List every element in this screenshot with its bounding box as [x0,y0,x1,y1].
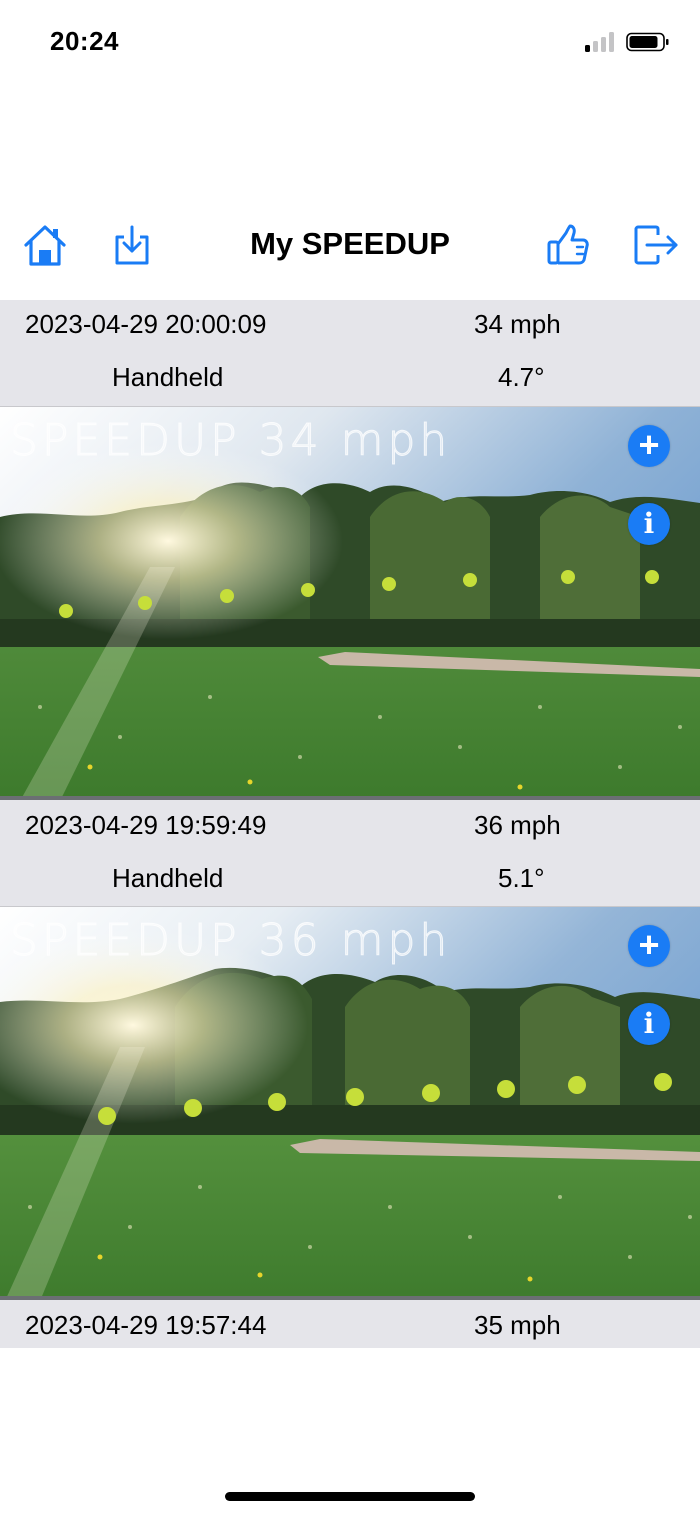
entry-header-row: 2023-04-29 20:00:09 34 mph [0,300,700,353]
entry-photo[interactable]: SPEEDUP 36 mph + i [0,906,700,1300]
recording-entry: 2023-04-29 20:00:09 34 mph Handheld 4.7° [0,300,700,800]
entry-datetime: 2023-04-29 19:59:49 [25,810,267,840]
status-bar: 20:24 [0,0,700,90]
entry-detail-row: Handheld 4.7° [0,353,700,406]
home-indicator[interactable] [225,1492,475,1501]
recording-entry: 2023-04-29 19:59:49 36 mph Handheld 5.1° [0,800,700,1300]
info-button[interactable]: i [628,1003,670,1045]
entry-mode: Handheld [112,362,224,392]
logout-icon [634,225,678,265]
add-button[interactable]: + [628,923,670,967]
status-time: 20:24 [50,26,119,56]
entry-header-row: 2023-04-29 19:59:49 36 mph [0,800,700,853]
entry-angle: 5.1° [498,863,545,893]
home-icon [24,225,66,266]
home-button[interactable] [20,220,70,270]
entry-speed: 34 mph [474,309,561,339]
entry-datetime: 2023-04-29 20:00:09 [25,309,267,339]
info-icon: i [643,1007,655,1040]
photo-speed-overlay: SPEEDUP 34 mph [9,415,452,467]
entry-speed: 36 mph [474,810,561,840]
info-button[interactable]: i [628,503,670,545]
thumbs-up-icon [547,224,589,265]
logout-button[interactable] [631,220,681,270]
plus-icon: + [638,423,660,465]
recording-entry: 2023-04-29 19:57:44 35 mph [0,1300,700,1348]
navigation-bar: My SPEEDUP [0,200,700,290]
entry-photo[interactable]: SPEEDUP 34 mph + i [0,406,700,800]
plus-icon: + [638,923,660,965]
like-button[interactable] [543,220,593,270]
recordings-list[interactable]: 2023-04-29 20:00:09 34 mph Handheld 4.7° [0,300,700,1348]
entry-detail-row: Handheld 5.1° [0,853,700,906]
photo-speed-overlay: SPEEDUP 36 mph [9,915,452,967]
entry-angle: 4.7° [498,362,545,392]
entry-speed: 35 mph [474,1310,561,1340]
info-icon: i [643,507,655,540]
add-button[interactable]: + [628,423,670,467]
entry-datetime: 2023-04-29 19:57:44 [25,1310,267,1340]
battery-icon [626,32,669,52]
cellular-signal-icon [585,32,617,52]
entry-header-row: 2023-04-29 19:57:44 35 mph [0,1300,700,1348]
entry-mode: Handheld [112,863,224,893]
page-title: My SPEEDUP [250,226,450,261]
download-icon [115,225,149,265]
